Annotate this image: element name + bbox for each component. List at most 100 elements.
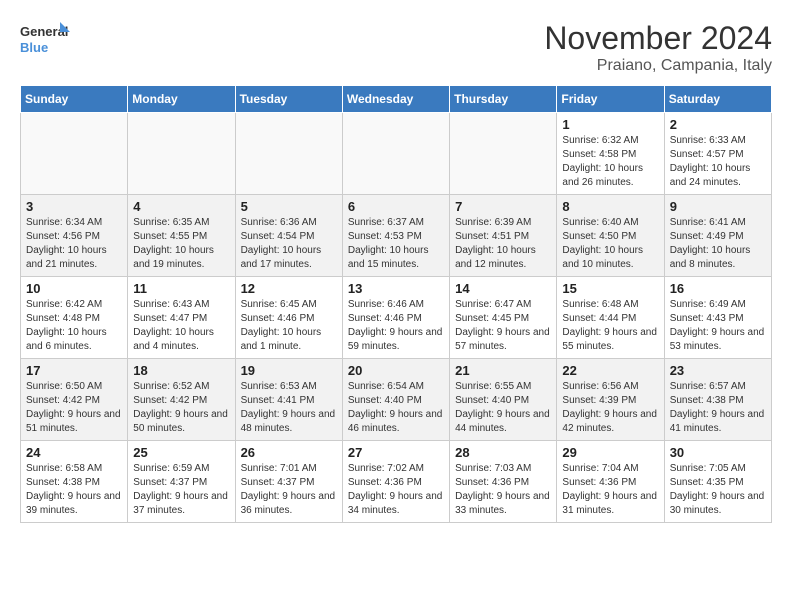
- day-info: Sunrise: 6:37 AMSunset: 4:53 PMDaylight:…: [348, 216, 444, 272]
- weekday-header-row: SundayMondayTuesdayWednesdayThursdayFrid…: [21, 86, 772, 113]
- day-number: 19: [241, 363, 337, 378]
- day-info: Sunrise: 7:03 AMSunset: 4:36 PMDaylight:…: [455, 462, 551, 518]
- day-info: Sunrise: 6:43 AMSunset: 4:47 PMDaylight:…: [133, 298, 229, 354]
- calendar-cell: 7 Sunrise: 6:39 AMSunset: 4:51 PMDaylight…: [450, 195, 557, 277]
- calendar-cell: 5 Sunrise: 6:36 AMSunset: 4:54 PMDaylight…: [235, 195, 342, 277]
- day-info: Sunrise: 6:45 AMSunset: 4:46 PMDaylight:…: [241, 298, 337, 354]
- day-info: Sunrise: 6:58 AMSunset: 4:38 PMDaylight:…: [26, 462, 122, 518]
- day-info: Sunrise: 6:54 AMSunset: 4:40 PMDaylight:…: [348, 380, 444, 436]
- day-info: Sunrise: 6:52 AMSunset: 4:42 PMDaylight:…: [133, 380, 229, 436]
- calendar-cell: 28 Sunrise: 7:03 AMSunset: 4:36 PMDayligh…: [450, 441, 557, 523]
- day-number: 23: [670, 363, 766, 378]
- day-number: 11: [133, 281, 229, 296]
- calendar-cell: 30Sunrise: 7:05 AMSunset: 4:35 PMDayligh…: [664, 441, 771, 523]
- day-number: 17: [26, 363, 122, 378]
- day-info: Sunrise: 6:35 AMSunset: 4:55 PMDaylight:…: [133, 216, 229, 272]
- calendar-cell: [235, 113, 342, 195]
- day-number: 26: [241, 445, 337, 460]
- calendar-cell: 13 Sunrise: 6:46 AMSunset: 4:46 PMDayligh…: [342, 277, 449, 359]
- day-info: Sunrise: 6:42 AMSunset: 4:48 PMDaylight:…: [26, 298, 122, 354]
- day-info: Sunrise: 6:36 AMSunset: 4:54 PMDaylight:…: [241, 216, 337, 272]
- calendar-cell: 20 Sunrise: 6:54 AMSunset: 4:40 PMDayligh…: [342, 359, 449, 441]
- day-number: 20: [348, 363, 444, 378]
- day-number: 1: [562, 117, 658, 132]
- day-info: Sunrise: 6:50 AMSunset: 4:42 PMDaylight:…: [26, 380, 122, 436]
- title-block: November 2024 Praiano, Campania, Italy: [544, 20, 772, 75]
- calendar-cell: 16 Sunrise: 6:49 AMSunset: 4:43 PMDayligh…: [664, 277, 771, 359]
- calendar-cell: 22 Sunrise: 6:56 AMSunset: 4:39 PMDayligh…: [557, 359, 664, 441]
- day-info: Sunrise: 6:53 AMSunset: 4:41 PMDaylight:…: [241, 380, 337, 436]
- weekday-header: Thursday: [450, 86, 557, 113]
- day-number: 14: [455, 281, 551, 296]
- day-number: 13: [348, 281, 444, 296]
- calendar-cell: 6 Sunrise: 6:37 AMSunset: 4:53 PMDaylight…: [342, 195, 449, 277]
- calendar-cell: 17 Sunrise: 6:50 AMSunset: 4:42 PMDayligh…: [21, 359, 128, 441]
- calendar-row: 24Sunrise: 6:58 AMSunset: 4:38 PMDayligh…: [21, 441, 772, 523]
- weekday-header: Tuesday: [235, 86, 342, 113]
- calendar-row: 10 Sunrise: 6:42 AMSunset: 4:48 PMDayligh…: [21, 277, 772, 359]
- day-info: Sunrise: 6:55 AMSunset: 4:40 PMDaylight:…: [455, 380, 551, 436]
- calendar-cell: [21, 113, 128, 195]
- day-number: 5: [241, 199, 337, 214]
- calendar-cell: 29 Sunrise: 7:04 AMSunset: 4:36 PMDayligh…: [557, 441, 664, 523]
- day-info: Sunrise: 6:33 AMSunset: 4:57 PMDaylight:…: [670, 134, 766, 190]
- day-number: 10: [26, 281, 122, 296]
- day-info: Sunrise: 6:46 AMSunset: 4:46 PMDaylight:…: [348, 298, 444, 354]
- day-number: 21: [455, 363, 551, 378]
- day-info: Sunrise: 6:41 AMSunset: 4:49 PMDaylight:…: [670, 216, 766, 272]
- calendar-cell: 14 Sunrise: 6:47 AMSunset: 4:45 PMDayligh…: [450, 277, 557, 359]
- calendar-cell: 27 Sunrise: 7:02 AMSunset: 4:36 PMDayligh…: [342, 441, 449, 523]
- day-number: 12: [241, 281, 337, 296]
- day-info: Sunrise: 6:39 AMSunset: 4:51 PMDaylight:…: [455, 216, 551, 272]
- calendar-cell: 1 Sunrise: 6:32 AMSunset: 4:58 PMDaylight…: [557, 113, 664, 195]
- logo: General Blue: [20, 20, 70, 65]
- calendar-cell: 15 Sunrise: 6:48 AMSunset: 4:44 PMDayligh…: [557, 277, 664, 359]
- weekday-header: Monday: [128, 86, 235, 113]
- page-header: General Blue November 2024 Praiano, Camp…: [20, 20, 772, 75]
- calendar-cell: 3Sunrise: 6:34 AMSunset: 4:56 PMDaylight…: [21, 195, 128, 277]
- day-number: 29: [562, 445, 658, 460]
- day-number: 25: [133, 445, 229, 460]
- day-info: Sunrise: 7:02 AMSunset: 4:36 PMDaylight:…: [348, 462, 444, 518]
- day-number: 7: [455, 199, 551, 214]
- day-number: 4: [133, 199, 229, 214]
- day-number: 15: [562, 281, 658, 296]
- weekday-header: Wednesday: [342, 86, 449, 113]
- day-info: Sunrise: 7:01 AMSunset: 4:37 PMDaylight:…: [241, 462, 337, 518]
- day-info: Sunrise: 6:48 AMSunset: 4:44 PMDaylight:…: [562, 298, 658, 354]
- calendar-cell: 12 Sunrise: 6:45 AMSunset: 4:46 PMDayligh…: [235, 277, 342, 359]
- day-number: 22: [562, 363, 658, 378]
- day-number: 18: [133, 363, 229, 378]
- day-number: 6: [348, 199, 444, 214]
- day-number: 9: [670, 199, 766, 214]
- day-info: Sunrise: 6:56 AMSunset: 4:39 PMDaylight:…: [562, 380, 658, 436]
- calendar-cell: 19 Sunrise: 6:53 AMSunset: 4:41 PMDayligh…: [235, 359, 342, 441]
- day-info: Sunrise: 7:04 AMSunset: 4:36 PMDaylight:…: [562, 462, 658, 518]
- calendar-cell: [450, 113, 557, 195]
- day-number: 28: [455, 445, 551, 460]
- calendar-cell: 11 Sunrise: 6:43 AMSunset: 4:47 PMDayligh…: [128, 277, 235, 359]
- weekday-header: Friday: [557, 86, 664, 113]
- day-info: Sunrise: 6:32 AMSunset: 4:58 PMDaylight:…: [562, 134, 658, 190]
- day-info: Sunrise: 7:05 AMSunset: 4:35 PMDaylight:…: [670, 462, 766, 518]
- day-number: 27: [348, 445, 444, 460]
- calendar-cell: 24Sunrise: 6:58 AMSunset: 4:38 PMDayligh…: [21, 441, 128, 523]
- calendar-cell: [342, 113, 449, 195]
- calendar-cell: [128, 113, 235, 195]
- day-info: Sunrise: 6:59 AMSunset: 4:37 PMDaylight:…: [133, 462, 229, 518]
- calendar-cell: 25 Sunrise: 6:59 AMSunset: 4:37 PMDayligh…: [128, 441, 235, 523]
- day-number: 2: [670, 117, 766, 132]
- day-number: 16: [670, 281, 766, 296]
- calendar-cell: 9 Sunrise: 6:41 AMSunset: 4:49 PMDaylight…: [664, 195, 771, 277]
- month-title: November 2024: [544, 20, 772, 57]
- calendar-row: 3Sunrise: 6:34 AMSunset: 4:56 PMDaylight…: [21, 195, 772, 277]
- weekday-header: Saturday: [664, 86, 771, 113]
- calendar-cell: 4 Sunrise: 6:35 AMSunset: 4:55 PMDaylight…: [128, 195, 235, 277]
- calendar-cell: 2 Sunrise: 6:33 AMSunset: 4:57 PMDaylight…: [664, 113, 771, 195]
- calendar-cell: 26 Sunrise: 7:01 AMSunset: 4:37 PMDayligh…: [235, 441, 342, 523]
- day-number: 8: [562, 199, 658, 214]
- day-info: Sunrise: 6:49 AMSunset: 4:43 PMDaylight:…: [670, 298, 766, 354]
- calendar-cell: 10 Sunrise: 6:42 AMSunset: 4:48 PMDayligh…: [21, 277, 128, 359]
- calendar-table: SundayMondayTuesdayWednesdayThursdayFrid…: [20, 85, 772, 523]
- day-info: Sunrise: 6:47 AMSunset: 4:45 PMDaylight:…: [455, 298, 551, 354]
